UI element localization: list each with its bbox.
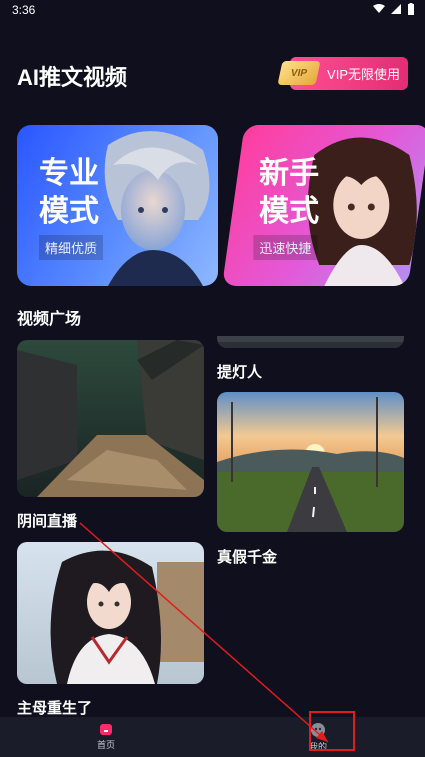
newbie-mode-subtitle: 迅速快捷 bbox=[253, 235, 318, 260]
video-card-thumbnail[interactable] bbox=[17, 542, 204, 684]
nav-item-home[interactable]: 首页 bbox=[76, 722, 136, 751]
pro-mode-title: 专业 模式 bbox=[39, 155, 99, 231]
video-thumbnail-image bbox=[217, 336, 404, 348]
pro-mode-title-line2: 模式 bbox=[39, 195, 99, 228]
video-thumbnail-image bbox=[17, 542, 204, 684]
status-bar: 3:36 bbox=[0, 0, 425, 22]
vip-badge-icon: VIP bbox=[277, 61, 321, 85]
video-card-thumbnail[interactable] bbox=[217, 336, 404, 348]
video-thumbnail-image bbox=[217, 392, 404, 532]
annotation-highlight-box bbox=[309, 711, 355, 751]
pro-mode-card[interactable]: 专业 模式 精细优质 bbox=[17, 125, 218, 286]
newbie-mode-title: 新手 模式 bbox=[259, 155, 319, 231]
newbie-mode-title-line1: 新手 bbox=[259, 157, 320, 190]
newbie-mode-card[interactable]: 新手 模式 迅速快捷 bbox=[222, 125, 425, 286]
section-title: 视频广场 bbox=[17, 311, 82, 328]
video-title[interactable]: 提灯人 bbox=[217, 361, 262, 382]
battery-icon bbox=[408, 3, 414, 15]
header: AI推文视频 VIP VIP无限使用 bbox=[17, 57, 408, 92]
vip-label: VIP无限使用 bbox=[327, 67, 400, 82]
bottom-nav: 首页 我的 bbox=[0, 717, 425, 757]
video-card-thumbnail[interactable] bbox=[217, 392, 404, 532]
video-title[interactable]: 阴间直播 bbox=[17, 510, 77, 531]
pro-mode-title-line1: 专业 bbox=[39, 157, 99, 190]
newbie-mode-title-line2: 模式 bbox=[259, 195, 320, 228]
video-thumbnail-image bbox=[17, 340, 204, 497]
app-title: AI推文视频 bbox=[17, 65, 128, 90]
status-time: 3:36 bbox=[12, 3, 36, 17]
video-card-thumbnail[interactable] bbox=[17, 340, 204, 497]
wifi-icon bbox=[373, 4, 385, 13]
vip-button[interactable]: VIP VIP无限使用 bbox=[277, 57, 408, 90]
signal-icon bbox=[391, 4, 401, 14]
pro-mode-illustration bbox=[104, 131, 210, 286]
home-icon bbox=[100, 724, 112, 735]
pro-mode-subtitle: 精细优质 bbox=[39, 235, 104, 260]
video-title[interactable]: 主母重生了 bbox=[17, 697, 92, 718]
video-title[interactable]: 真假千金 bbox=[217, 546, 277, 567]
nav-item-home-label: 首页 bbox=[96, 740, 115, 750]
